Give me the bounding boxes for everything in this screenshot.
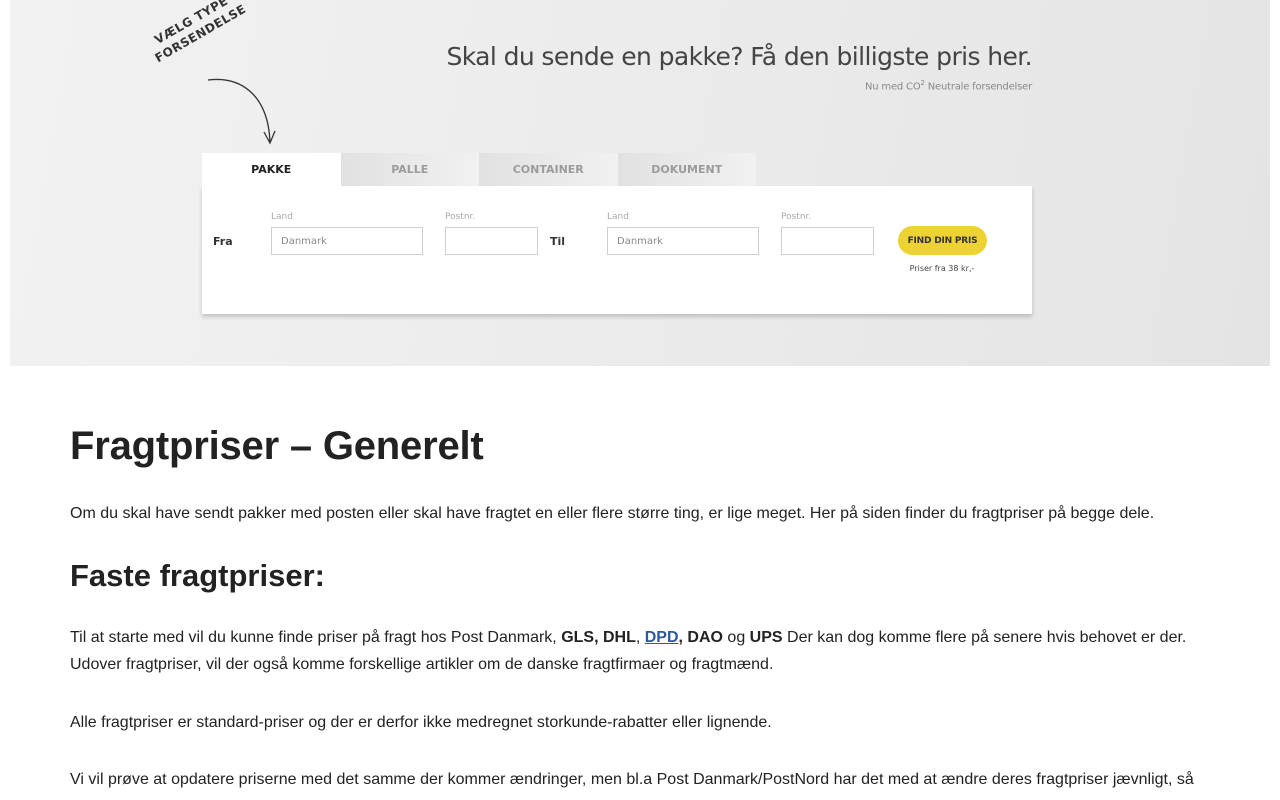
find-price-button[interactable]: FIND DIN PRIS (898, 226, 987, 255)
carriers-ups: UPS (749, 629, 783, 646)
hero-right-edge (1270, 0, 1280, 366)
to-country-input[interactable] (607, 227, 759, 255)
shipment-tabs: PAKKE PALLE CONTAINER DOKUMENT (202, 153, 756, 186)
updates-paragraph: Vi vil prøve at opdatere priserne med de… (70, 771, 1194, 788)
tab-palle[interactable]: PALLE (340, 153, 479, 186)
carriers-comma: , (635, 629, 645, 646)
subtitle-pre: Nu med CO (865, 81, 921, 93)
carriers-gls-dhl: GLS, DHL (561, 629, 636, 646)
carriers-dao: , DAO (678, 629, 723, 646)
shipment-type-callout: VÆLG TYPE FORSENDELSE (152, 0, 276, 148)
section-title: Faste fragtpriser: (70, 558, 325, 593)
intro-paragraph: Om du skal have sendt pakker med posten … (70, 505, 1155, 522)
hero-banner: VÆLG TYPE FORSENDELSE Skal du sende en p… (0, 0, 1280, 366)
to-postal-input[interactable] (781, 227, 874, 255)
hero-left-edge (0, 0, 10, 366)
page-title: Fragtpriser – Generelt (70, 424, 484, 468)
from-postal-input[interactable] (445, 227, 538, 255)
hero-title: Skal du sende en pakke? Få den billigste… (446, 42, 1032, 71)
from-country-input[interactable] (271, 227, 423, 255)
tab-container[interactable]: CONTAINER (479, 153, 618, 186)
curved-arrow-icon (207, 78, 276, 145)
carriers-paragraph: Til at starte med vil du kunne finde pri… (70, 624, 1210, 678)
callout-text: VÆLG TYPE FORSENDELSE (144, 0, 248, 66)
tab-dokument[interactable]: DOKUMENT (617, 153, 756, 186)
from-country-label: Land (271, 212, 293, 222)
standard-prices-paragraph: Alle fragtpriser er standard-priser og d… (70, 714, 772, 731)
to-postal-label: Postnr. (781, 212, 812, 222)
tab-pakke[interactable]: PAKKE (202, 153, 341, 186)
to-country-label: Land (607, 212, 629, 222)
dpd-link[interactable]: DPD (645, 629, 679, 646)
price-search-form: Fra Land Postnr. Til Land Postnr. FIND D… (202, 186, 1032, 314)
price-from-note: Priser fra 38 kr,- (909, 264, 975, 273)
from-postal-label: Postnr. (445, 212, 476, 222)
carriers-og: og (722, 629, 750, 646)
from-label: Fra (213, 235, 233, 248)
carriers-intro-text: Til at starte med vil du kunne finde pri… (70, 629, 562, 646)
subtitle-post: Neutrale forsendelser (924, 81, 1032, 93)
to-label: Til (550, 235, 566, 248)
hero-subtitle: Nu med CO2 Neutrale forsendelser (700, 79, 1032, 92)
